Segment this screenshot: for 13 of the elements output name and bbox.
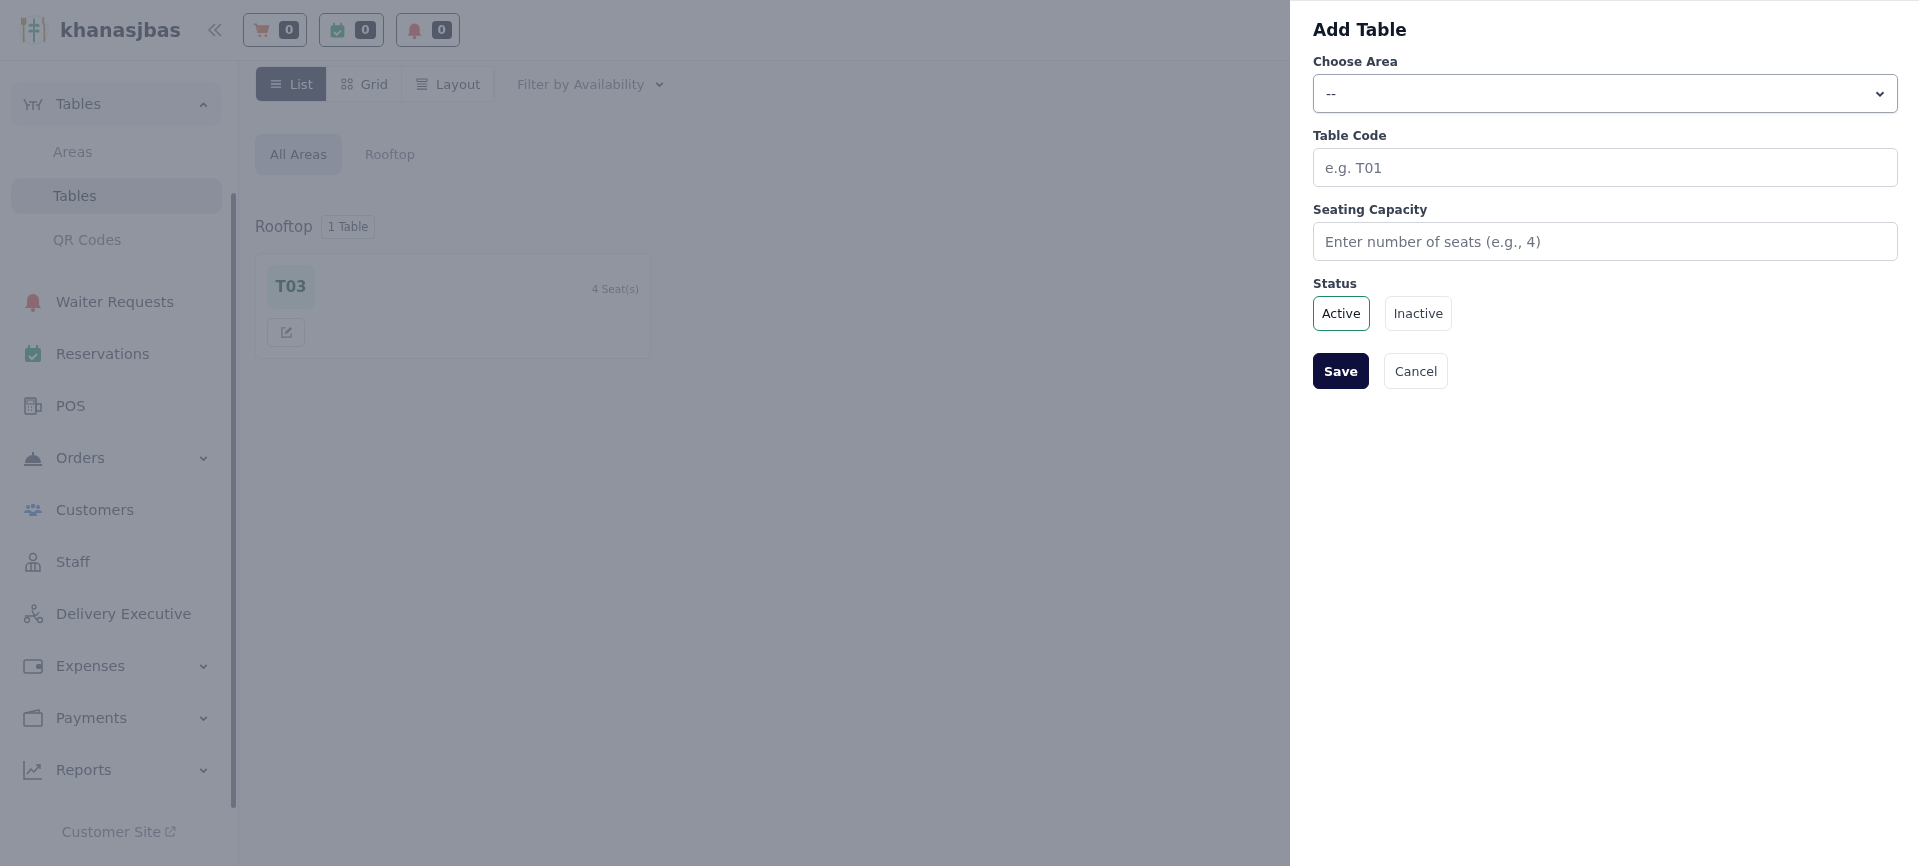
status-option[interactable]: Active xyxy=(1313,296,1370,331)
drawer-title: Add Table xyxy=(1313,20,1408,40)
area-select[interactable]: -- xyxy=(1313,74,1898,113)
input-field[interactable]: Enter number of seats (e.g., 4) xyxy=(1313,222,1898,261)
field-label: Status xyxy=(1313,277,1358,291)
cancel-button[interactable]: Cancel xyxy=(1384,353,1449,389)
field-label: Choose Area xyxy=(1313,55,1399,69)
field-label: Seating Capacity xyxy=(1313,203,1429,217)
status-option[interactable]: Inactive xyxy=(1384,296,1453,331)
brand-name: khanasjbas xyxy=(60,19,181,41)
save-button[interactable]: Save xyxy=(1313,353,1370,389)
field-label: Table Code xyxy=(1313,129,1388,143)
input-field[interactable]: e.g. T01 xyxy=(1313,148,1898,187)
